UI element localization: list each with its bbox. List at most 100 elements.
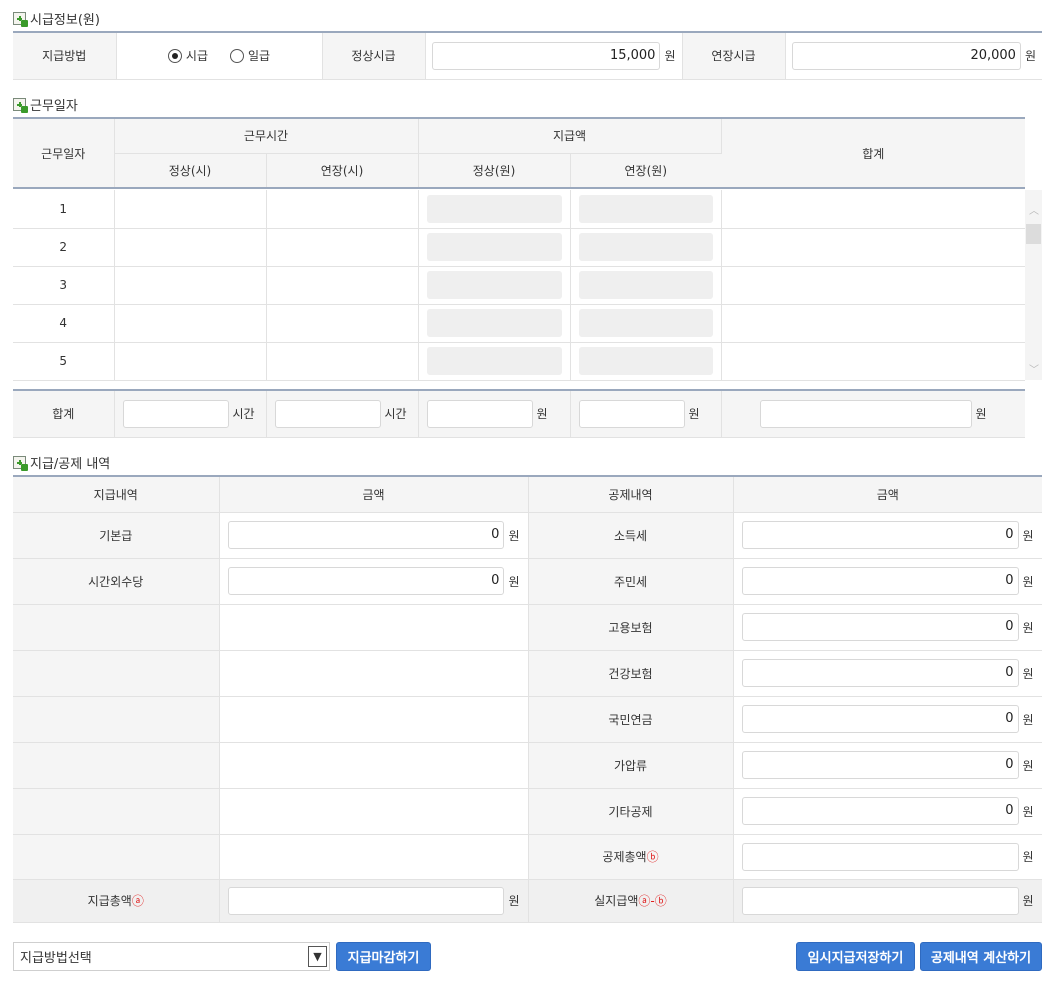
select-value: 지급방법선택: [20, 951, 92, 966]
pay-total-input[interactable]: [227, 886, 505, 915]
employment-insurance-input[interactable]: 0: [741, 613, 1019, 641]
deduct-total-input[interactable]: [741, 842, 1019, 871]
table-row: 5: [13, 342, 1025, 381]
won-unit: 원: [1022, 850, 1034, 864]
radio-daily[interactable]: 일급: [230, 47, 270, 64]
col-workday: 근무일자: [13, 118, 115, 189]
row-day: 2: [13, 228, 115, 267]
col-total: 합계: [721, 118, 1026, 189]
won-unit: 원: [1022, 894, 1034, 908]
table-row: 건강보험 0원: [13, 650, 1042, 697]
mark-a-minus-b: ⓐ-ⓑ: [638, 894, 667, 908]
pay-method-cell: 시급 일급: [116, 32, 323, 80]
table-row: 4: [13, 304, 1025, 343]
workdays-footer: 합계 시간 시간 원 원 원: [13, 389, 1025, 438]
hour-unit: 시간: [232, 407, 255, 422]
table-row: 1: [13, 190, 1025, 229]
national-pension-input[interactable]: 0: [741, 705, 1019, 733]
deduct-item-label: 기타공제: [528, 788, 734, 835]
won-unit: 원: [975, 407, 987, 422]
overtime-won-field: [578, 271, 713, 299]
row-day: 3: [13, 266, 115, 305]
radio-hourly[interactable]: 시급: [167, 47, 208, 64]
net-pay-input[interactable]: [741, 886, 1019, 915]
grand-total-input[interactable]: [759, 399, 972, 428]
close-payment-button[interactable]: 지급마감하기: [336, 942, 431, 971]
regular-rate-input[interactable]: 15,000: [431, 41, 661, 70]
col-amount: 금액: [733, 476, 1042, 513]
scrollbar-thumb[interactable]: [1026, 224, 1041, 244]
row-day: 1: [13, 190, 115, 229]
temp-save-button[interactable]: 임시지급저장하기: [796, 942, 915, 971]
calc-deduction-button[interactable]: 공제내역 계산하기: [920, 942, 1042, 971]
col-pay-items: 지급내역: [13, 476, 220, 513]
won-unit: 원: [1022, 712, 1034, 727]
unit-label: 원: [1024, 49, 1036, 64]
section-title-payments: 지급/공제 내역: [13, 454, 111, 472]
overtime-rate-label: 연장시급: [682, 32, 786, 80]
workdays-body: 1 2 3 4 5: [13, 190, 1025, 381]
overtime-rate-input[interactable]: 20,000: [791, 41, 1021, 70]
scrollbar[interactable]: ︿ ﹀: [1025, 190, 1042, 380]
section-title-wage-info: 시급정보(원): [13, 10, 100, 28]
table-row: 가압류 0원: [13, 742, 1042, 789]
mark-b: ⓑ: [646, 850, 659, 864]
chevron-up-icon[interactable]: ︿: [1029, 202, 1039, 217]
pay-item-label: 시간외수당: [13, 558, 220, 605]
section-title-text: 지급/공제 내역: [30, 456, 111, 472]
regular-rate-label: 정상시급: [322, 32, 426, 80]
won-unit: 원: [508, 894, 520, 908]
won-unit: 원: [688, 407, 700, 422]
wage-info-table: 지급방법 시급 일급 정상시급 15,000 원 연장시급 20,000 원: [13, 31, 1042, 80]
workdays-header: 근무일자 근무시간 지급액 합계 정상(시) 연장(시) 정상(원) 연장(원): [13, 117, 1026, 189]
regular-won-field: [426, 347, 562, 375]
won-unit: 원: [508, 528, 520, 543]
row-day: 5: [13, 342, 115, 381]
chevron-down-icon[interactable]: ﹀: [1029, 361, 1039, 376]
pay-item-label: 기본급: [13, 512, 220, 559]
total-regular-hours-input[interactable]: [122, 399, 229, 428]
deduct-item-label: 건강보험: [528, 650, 734, 697]
radio-daily-icon[interactable]: [230, 48, 244, 63]
table-row: 공제총액ⓑ 원: [13, 834, 1042, 880]
chevron-down-icon[interactable]: ▼: [308, 946, 327, 967]
deduct-item-label: 고용보험: [528, 604, 734, 651]
table-row: 2: [13, 228, 1025, 267]
other-deduction-input[interactable]: 0: [741, 797, 1019, 825]
section-title-text: 근무일자: [30, 98, 78, 114]
radio-daily-label: 일급: [248, 49, 271, 64]
mark-a: ⓐ: [131, 894, 144, 908]
plus-icon: [13, 455, 28, 471]
pay-total-label: 지급총액ⓐ: [13, 879, 220, 923]
regular-won-field: [426, 271, 562, 299]
won-unit: 원: [1022, 666, 1034, 681]
row-day: 4: [13, 304, 115, 343]
total-overtime-hours-input[interactable]: [274, 399, 381, 428]
col-overtime-won: 연장(원): [570, 153, 722, 189]
table-row: 시간외수당 0원 주민세 0원: [13, 558, 1042, 605]
overtime-pay-input[interactable]: 0: [227, 567, 505, 595]
health-insurance-input[interactable]: 0: [741, 659, 1019, 687]
pay-method-select[interactable]: 지급방법선택 ▼: [13, 942, 330, 971]
deduct-item-label: 소득세: [528, 512, 734, 559]
radio-hourly-icon[interactable]: [167, 48, 182, 63]
deduct-item-label: 주민세: [528, 558, 734, 605]
total-overtime-won-input[interactable]: [578, 399, 685, 428]
won-unit: 원: [1022, 804, 1034, 819]
table-row: 3: [13, 266, 1025, 305]
table-row: 지급총액ⓐ 원 실지급액ⓐ-ⓑ 원: [13, 879, 1042, 923]
income-tax-input[interactable]: 0: [741, 521, 1019, 549]
table-row: 기타공제 0원: [13, 788, 1042, 835]
col-regular-hours: 정상(시): [114, 153, 267, 189]
seizure-input[interactable]: 0: [741, 751, 1019, 779]
deduct-item-label: 가압류: [528, 742, 734, 789]
table-row: 고용보험 0원: [13, 604, 1042, 651]
resident-tax-input[interactable]: 0: [741, 567, 1019, 595]
col-overtime-hours: 연장(시): [266, 153, 419, 189]
won-unit: 원: [508, 574, 520, 589]
won-unit: 원: [536, 407, 548, 422]
total-regular-won-input[interactable]: [426, 399, 533, 428]
payments-table: 지급내역 금액 공제내역 금액 기본급 0원 소득세 0원 시간외수당 0원 주…: [13, 475, 1042, 923]
basic-pay-input[interactable]: 0: [227, 521, 505, 549]
col-pay-amount: 지급액: [418, 118, 722, 154]
